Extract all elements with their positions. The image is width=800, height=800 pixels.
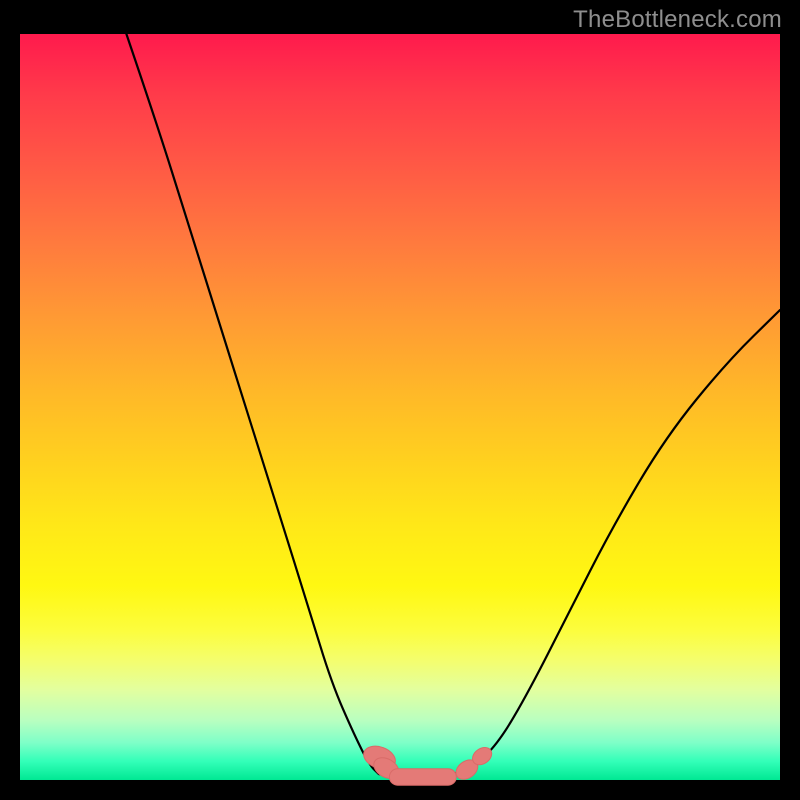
plot-area — [20, 34, 780, 780]
bead-capsule — [389, 769, 456, 785]
curve-svg — [20, 34, 780, 780]
bottleneck-curve — [126, 34, 780, 779]
valley-beads — [360, 742, 495, 785]
watermark-text: TheBottleneck.com — [573, 6, 782, 34]
